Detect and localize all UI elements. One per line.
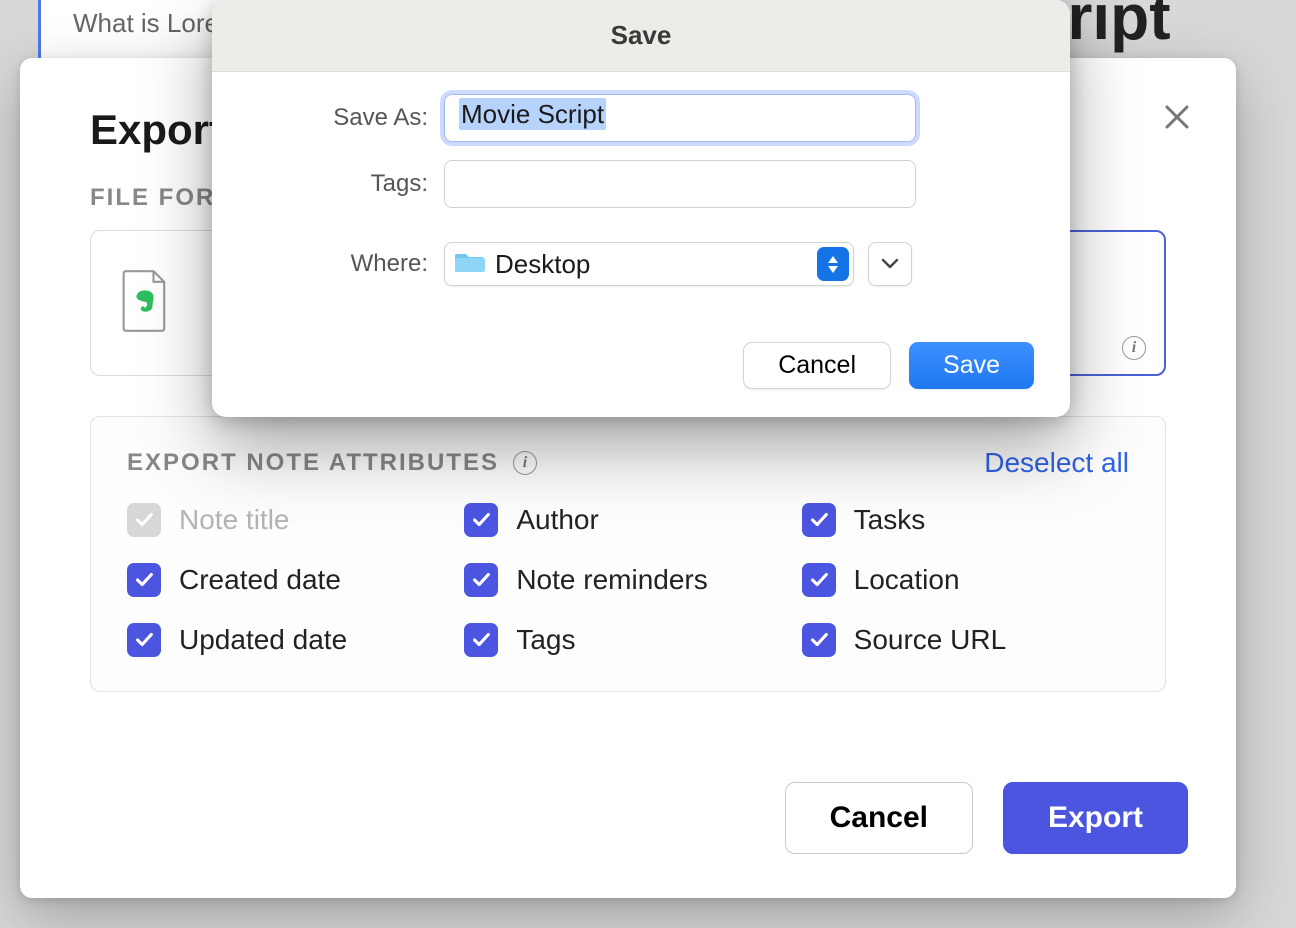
checkbox-label: Created date xyxy=(179,564,341,596)
evernote-file-icon xyxy=(119,269,177,338)
attribute-checkbox-row[interactable]: Author xyxy=(464,503,791,537)
deselect-all-link[interactable]: Deselect all xyxy=(984,447,1129,479)
checkbox-label: Tags xyxy=(516,624,575,656)
attribute-checkbox-row: Note title xyxy=(127,503,454,537)
export-attributes-box: EXPORT NOTE ATTRIBUTES i Deselect all No… xyxy=(90,416,1166,692)
checkbox[interactable] xyxy=(802,563,836,597)
checkbox[interactable] xyxy=(464,563,498,597)
save-sheet: Save Save As: Movie Script Tags: Where: … xyxy=(212,0,1070,417)
attribute-checkbox-row[interactable]: Tasks xyxy=(802,503,1129,537)
disclosure-button[interactable] xyxy=(868,242,912,286)
checkbox[interactable] xyxy=(127,563,161,597)
save-as-input[interactable]: Movie Script xyxy=(444,94,916,142)
note-preview-text: What is Lore xyxy=(73,8,219,39)
save-as-label: Save As: xyxy=(248,104,444,132)
where-select[interactable]: Desktop xyxy=(444,242,854,286)
attribute-checkbox-row[interactable]: Tags xyxy=(464,623,791,657)
checkbox-label: Updated date xyxy=(179,624,347,656)
save-sheet-title: Save xyxy=(212,0,1070,72)
tags-input[interactable] xyxy=(444,160,916,208)
checkbox[interactable] xyxy=(127,623,161,657)
checkbox[interactable] xyxy=(464,623,498,657)
cancel-button[interactable]: Cancel xyxy=(785,782,973,854)
checkbox-label: Note title xyxy=(179,504,290,536)
attribute-checkbox-row[interactable]: Note reminders xyxy=(464,563,791,597)
checkbox[interactable] xyxy=(464,503,498,537)
checkbox-label: Author xyxy=(516,504,599,536)
where-label: Where: xyxy=(248,250,444,278)
attribute-checkbox-row[interactable]: Updated date xyxy=(127,623,454,657)
attribute-checkbox-row[interactable]: Created date xyxy=(127,563,454,597)
save-as-value: Movie Script xyxy=(459,98,606,130)
tags-label: Tags: xyxy=(248,170,444,198)
attribute-checkbox-row[interactable]: Source URL xyxy=(802,623,1129,657)
checkbox-label: Tasks xyxy=(854,504,926,536)
save-confirm-button[interactable]: Save xyxy=(909,342,1034,389)
info-icon[interactable]: i xyxy=(513,451,537,475)
attributes-label: EXPORT NOTE ATTRIBUTES xyxy=(127,449,499,477)
info-icon[interactable]: i xyxy=(1122,336,1146,360)
checkbox-label: Location xyxy=(854,564,960,596)
checkbox[interactable] xyxy=(802,623,836,657)
checkbox-label: Note reminders xyxy=(516,564,707,596)
folder-icon xyxy=(455,250,485,279)
checkbox[interactable] xyxy=(802,503,836,537)
close-icon[interactable] xyxy=(1162,102,1192,137)
export-button[interactable]: Export xyxy=(1003,782,1188,854)
chevron-down-icon xyxy=(881,258,899,270)
checkbox-label: Source URL xyxy=(854,624,1007,656)
updown-arrows-icon xyxy=(817,247,849,281)
attribute-checkbox-row[interactable]: Location xyxy=(802,563,1129,597)
save-cancel-button[interactable]: Cancel xyxy=(743,342,891,389)
checkbox xyxy=(127,503,161,537)
where-value: Desktop xyxy=(495,249,807,280)
